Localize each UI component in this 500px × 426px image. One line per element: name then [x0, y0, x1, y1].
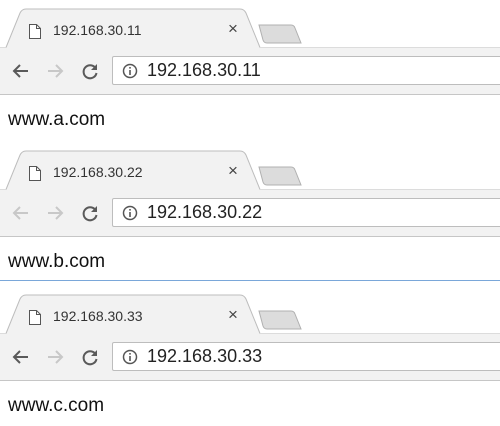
page-icon	[29, 166, 41, 181]
tab-strip: 192.168.30.22 ×	[0, 142, 500, 190]
new-tab-button[interactable]	[256, 166, 302, 186]
divider	[0, 280, 500, 281]
tab-strip: 192.168.30.33 ×	[0, 286, 500, 334]
new-tab-button[interactable]	[256, 310, 302, 330]
reload-icon[interactable]	[79, 202, 101, 224]
tab-title[interactable]: 192.168.30.22	[53, 164, 143, 180]
info-icon[interactable]	[122, 349, 138, 365]
tab-title[interactable]: 192.168.30.33	[53, 308, 143, 324]
arrow-left-icon[interactable]	[10, 60, 32, 82]
address-bar[interactable]: 192.168.30.33	[112, 342, 500, 371]
address-bar[interactable]: 192.168.30.22	[112, 198, 500, 227]
page-content: www.b.com	[0, 237, 500, 281]
page-icon	[29, 310, 41, 325]
toolbar: 192.168.30.22	[0, 190, 500, 237]
toolbar: 192.168.30.11	[0, 48, 500, 95]
page-text: www.a.com	[8, 109, 106, 130]
address-bar[interactable]: 192.168.30.11	[112, 56, 500, 85]
browser-window: 192.168.30.33 × 192.168.30.33 www.c.com	[0, 286, 500, 426]
info-icon[interactable]	[122, 205, 138, 221]
close-icon[interactable]: ×	[226, 162, 240, 180]
arrow-right-icon[interactable]	[44, 346, 66, 368]
arrow-right-icon[interactable]	[44, 202, 66, 224]
new-tab-button[interactable]	[256, 24, 302, 44]
close-icon[interactable]: ×	[226, 306, 240, 324]
page-content: www.c.com	[0, 381, 500, 425]
page-content: www.a.com	[0, 95, 500, 139]
info-icon[interactable]	[122, 63, 138, 79]
browser-window: 192.168.30.11 × 192.168.30.11 www.a.com	[0, 0, 500, 140]
toolbar: 192.168.30.33	[0, 334, 500, 381]
url-text[interactable]: 192.168.30.11	[147, 60, 261, 81]
url-text[interactable]: 192.168.30.22	[147, 202, 262, 223]
arrow-left-icon[interactable]	[10, 202, 32, 224]
tab-title[interactable]: 192.168.30.11	[53, 22, 142, 38]
browser-window: 192.168.30.22 × 192.168.30.22 www.b.com	[0, 142, 500, 284]
close-icon[interactable]: ×	[226, 20, 240, 38]
tab-strip: 192.168.30.11 ×	[0, 0, 500, 48]
arrow-left-icon[interactable]	[10, 346, 32, 368]
reload-icon[interactable]	[79, 346, 101, 368]
arrow-right-icon[interactable]	[44, 60, 66, 82]
page-text: www.b.com	[8, 251, 106, 272]
url-text[interactable]: 192.168.30.33	[147, 346, 262, 367]
page-text: www.c.com	[8, 395, 105, 416]
reload-icon[interactable]	[79, 60, 101, 82]
page-icon	[29, 24, 41, 39]
